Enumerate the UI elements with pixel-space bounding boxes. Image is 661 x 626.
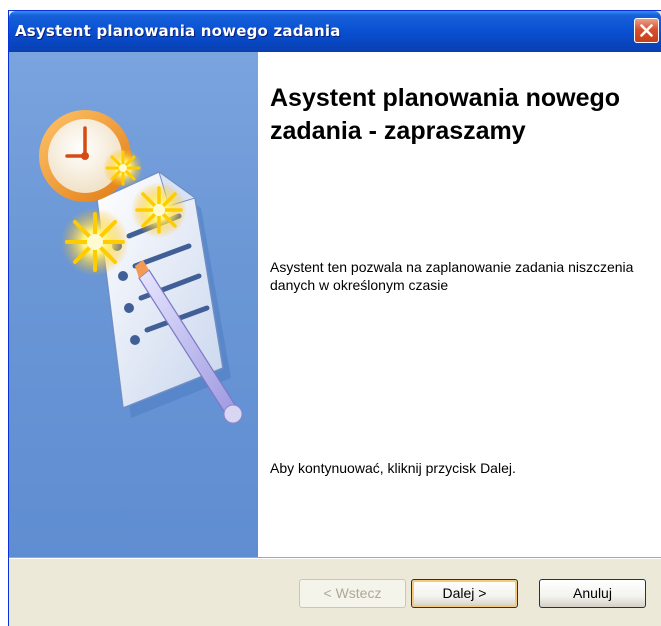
page-title: Asystent planowania nowego zadania - zap… <box>270 84 621 145</box>
wizard-banner <box>9 52 258 557</box>
wizard-window: Asystent planowania nowego zadania Asyst… <box>8 10 661 626</box>
next-button[interactable]: Dalej > <box>411 579 518 608</box>
close-button[interactable] <box>634 18 659 43</box>
wizard-description: Asystent ten pozwala na zaplanowanie zad… <box>270 259 634 293</box>
cancel-button[interactable]: Anuluj <box>539 579 646 608</box>
back-button[interactable]: < Wstecz <box>299 579 406 608</box>
title-bar[interactable]: Asystent planowania nowego zadania <box>9 11 661 52</box>
window-title: Asystent planowania nowego zadania <box>15 22 341 40</box>
footer-divider <box>9 557 661 559</box>
scheduled-task-wizard-icon <box>39 110 243 424</box>
wizard-content: Asystent planowania nowego zadania - zap… <box>258 52 661 557</box>
continue-hint: Aby kontynuować, kliknij przycisk Dalej. <box>270 460 516 476</box>
close-icon <box>640 24 653 37</box>
